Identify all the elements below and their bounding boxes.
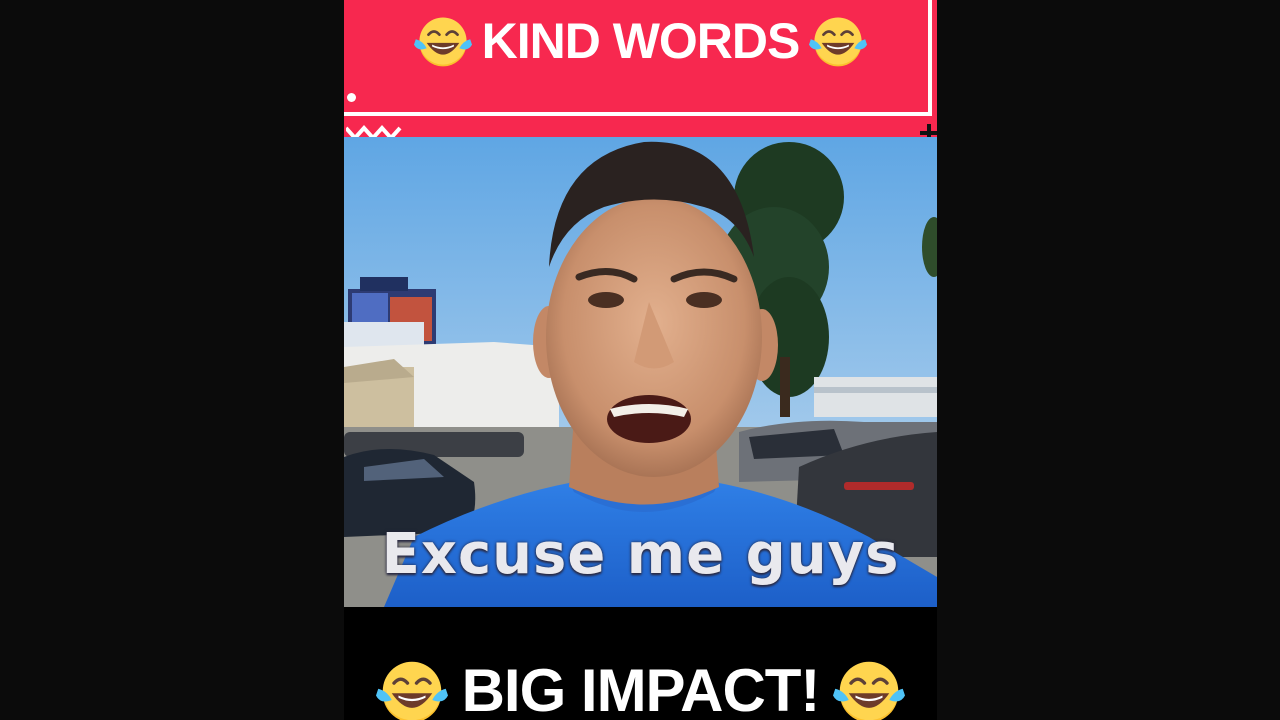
- face-with-tears-of-joy-icon: [809, 17, 868, 67]
- footer-title-text: BIG IMPACT!: [461, 657, 821, 720]
- banner-dot-decoration: [347, 93, 356, 102]
- video-caption: Excuse me guys: [381, 522, 900, 587]
- face-with-tears-of-joy-icon: [375, 661, 448, 720]
- banner-title-text: KIND WORDS: [481, 13, 801, 69]
- face-with-tears-of-joy-icon: [833, 661, 906, 720]
- video-frame[interactable]: Excuse me guys: [344, 137, 937, 607]
- footer-heading: BIG IMPACT!: [344, 655, 937, 720]
- video-post-frame: KIND WORDS Excuse me guys BIG IMPACT!: [344, 0, 937, 720]
- face-with-tears-of-joy-icon: [413, 17, 472, 67]
- title-banner: KIND WORDS: [344, 0, 937, 142]
- banner-heading: KIND WORDS: [344, 12, 937, 70]
